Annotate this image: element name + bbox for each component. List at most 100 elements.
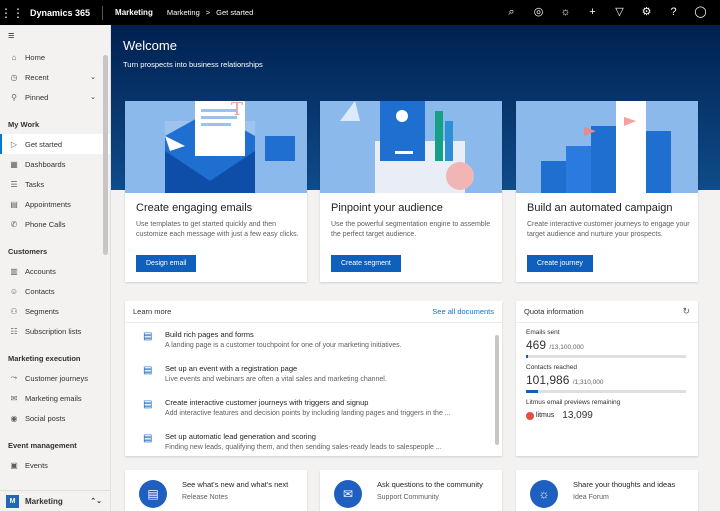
- chevron-updown-icon: ⌃⌄: [90, 498, 102, 505]
- sidebar-item-marketing-emails[interactable]: ✉ Marketing emails: [0, 388, 110, 408]
- card-description: Create interactive customer journeys to …: [527, 221, 690, 238]
- dashboard-icon: ▦: [10, 159, 18, 169]
- sidebar-item-pinned[interactable]: ⚲ Pinned ⌄: [0, 87, 110, 107]
- user-icon[interactable]: ◯: [687, 0, 714, 25]
- chat-icon: ✉: [334, 480, 362, 508]
- top-navigation-bar: ⋮⋮ Dynamics 365 Marketing Marketing > Ge…: [0, 0, 720, 25]
- refresh-icon[interactable]: ↻: [682, 306, 690, 317]
- sidebar-item-label: Tasks: [25, 179, 45, 189]
- campaign-illustration: [516, 101, 698, 193]
- create-journey-button[interactable]: Create journey: [527, 255, 593, 272]
- list-item[interactable]: ▤ Build rich pages and forms A landing p…: [125, 323, 502, 357]
- sidebar-item-contacts[interactable]: ☺ Contacts: [0, 281, 110, 301]
- idea-forum-card[interactable]: ☼ Share your thoughts and ideas Idea For…: [516, 470, 698, 511]
- see-all-documents-link[interactable]: See all documents: [432, 307, 494, 316]
- card-subtitle: Release Notes: [182, 494, 228, 501]
- app-launcher-icon[interactable]: ⋮⋮: [0, 0, 24, 25]
- area-label: Marketing: [25, 496, 63, 506]
- panel-title: Learn more: [133, 307, 172, 316]
- task-flow-icon[interactable]: ◎: [525, 0, 552, 25]
- chevron-down-icon[interactable]: ⌄: [90, 73, 96, 81]
- area-icon: M: [6, 494, 19, 508]
- journey-icon: ⤳: [10, 373, 18, 382]
- list-item-description: Live events and webinars are often a vit…: [165, 376, 387, 383]
- filter-icon[interactable]: ▽: [606, 0, 633, 25]
- document-icon: ▤: [143, 331, 153, 342]
- panel-title: Quota information: [524, 307, 584, 316]
- menu-icon[interactable]: ≡: [0, 25, 110, 47]
- sidebar-scrollbar[interactable]: [103, 55, 108, 255]
- learn-more-scrollbar[interactable]: [495, 335, 499, 445]
- gear-icon[interactable]: ⚙: [633, 0, 660, 25]
- sidebar-item-get-started[interactable]: ▷ Get started: [0, 134, 110, 154]
- sidebar-item-events[interactable]: ▣ Events: [0, 455, 110, 475]
- breadcrumb-item[interactable]: Marketing: [167, 8, 200, 17]
- card-title: Create engaging emails: [136, 202, 253, 214]
- sidebar-item-label: Get started: [25, 139, 63, 149]
- help-icon[interactable]: ?: [660, 0, 687, 25]
- design-email-button[interactable]: Design email: [136, 255, 197, 272]
- sidebar-item-label: Marketing emails: [25, 393, 82, 403]
- sidebar-item-dashboards[interactable]: ▦ Dashboards: [0, 154, 110, 174]
- mail-icon: ✉: [10, 393, 18, 403]
- chevron-down-icon[interactable]: ⌄: [90, 93, 96, 101]
- breadcrumb-separator: >: [205, 8, 211, 17]
- card-subtitle: Support Community: [377, 494, 439, 501]
- emails-sent-total: /13,100,000: [549, 344, 584, 351]
- sidebar-item-accounts[interactable]: ▥ Accounts: [0, 261, 110, 281]
- contacts-reached-total: /1,310,000: [572, 379, 604, 386]
- sidebar-item-subscription-lists[interactable]: ☷ Subscription lists: [0, 321, 110, 341]
- sidebar-item-recent[interactable]: ◷ Recent ⌄: [0, 67, 110, 87]
- learn-more-panel: Learn more See all documents ▤ Build ric…: [125, 301, 502, 456]
- home-icon: ⌂: [11, 52, 17, 62]
- email-illustration: T: [125, 101, 307, 193]
- social-icon: ◉: [10, 413, 18, 423]
- brand-title[interactable]: Dynamics 365: [30, 5, 104, 20]
- sidebar-item-label: Accounts: [25, 266, 56, 276]
- sidebar-group-title: Marketing execution: [8, 354, 81, 363]
- list-item[interactable]: ▤ Create interactive customer journeys w…: [125, 391, 502, 425]
- sidebar-item-label: Home: [25, 52, 46, 62]
- sidebar-group-title: My Work: [8, 120, 40, 129]
- sidebar-item-label: Events: [25, 460, 48, 470]
- sidebar-item-phone-calls[interactable]: ✆ Phone Calls: [0, 214, 110, 234]
- list-item[interactable]: ▤ Set up automatic lead generation and s…: [125, 425, 502, 456]
- segment-icon: ⚇: [10, 306, 18, 316]
- list-item-title[interactable]: Set up automatic lead generation and sco…: [165, 432, 502, 441]
- area-switcher[interactable]: M Marketing ⌃⌄: [0, 490, 110, 511]
- list-icon: ☷: [10, 326, 18, 336]
- list-item-title[interactable]: Set up an event with a registration page: [165, 364, 502, 373]
- sidebar-item-customer-journeys[interactable]: ⤳ Customer journeys: [0, 368, 110, 388]
- list-item-title[interactable]: Create interactive customer journeys wit…: [165, 398, 502, 407]
- sidebar-item-segments[interactable]: ⚇ Segments: [0, 301, 110, 321]
- sidebar-item-home[interactable]: ⌂ Home: [0, 47, 110, 67]
- sidebar-item-label: Pinned: [25, 92, 49, 102]
- lightbulb-icon: ☼: [530, 480, 558, 508]
- sidebar-item-label: Customer journeys: [25, 373, 88, 383]
- card-title: Build an automated campaign: [527, 202, 673, 214]
- list-item-title[interactable]: Build rich pages and forms: [165, 330, 502, 339]
- search-icon[interactable]: ⌕: [498, 0, 525, 25]
- building-icon: ▥: [10, 266, 18, 276]
- plus-icon[interactable]: +: [579, 0, 606, 25]
- sidebar-item-label: Dashboards: [25, 159, 66, 169]
- create-segment-button[interactable]: Create segment: [331, 255, 401, 272]
- lightbulb-icon[interactable]: ☼: [552, 0, 579, 25]
- sidebar-item-social-posts[interactable]: ◉ Social posts: [0, 408, 110, 428]
- sidebar-item-label: Recent: [25, 72, 49, 82]
- support-community-card[interactable]: ✉ Ask questions to the community Support…: [320, 470, 502, 511]
- quota-information-panel: Quota information ↻ Emails sent 469 /13,…: [516, 301, 698, 456]
- release-notes-card[interactable]: ▤ See what's new and what's next Release…: [125, 470, 307, 511]
- contacts-reached-label: Contacts reached: [526, 364, 577, 371]
- list-item[interactable]: ▤ Set up an event with a registration pa…: [125, 357, 502, 391]
- breadcrumb: Marketing > Get started: [167, 8, 253, 17]
- clock-icon: ◷: [10, 72, 18, 82]
- card-pinpoint-audience: Pinpoint your audience Use the powerful …: [320, 101, 502, 282]
- document-icon: ▤: [143, 433, 153, 444]
- sidebar-item-appointments[interactable]: ▤ Appointments: [0, 194, 110, 214]
- app-name[interactable]: Marketing: [115, 8, 153, 17]
- card-description: Use the powerful segmentation engine to …: [331, 221, 491, 238]
- contacts-progress-fill: [526, 390, 539, 393]
- sidebar-item-tasks[interactable]: ☰ Tasks: [0, 174, 110, 194]
- emails-progress-bar: [526, 355, 686, 358]
